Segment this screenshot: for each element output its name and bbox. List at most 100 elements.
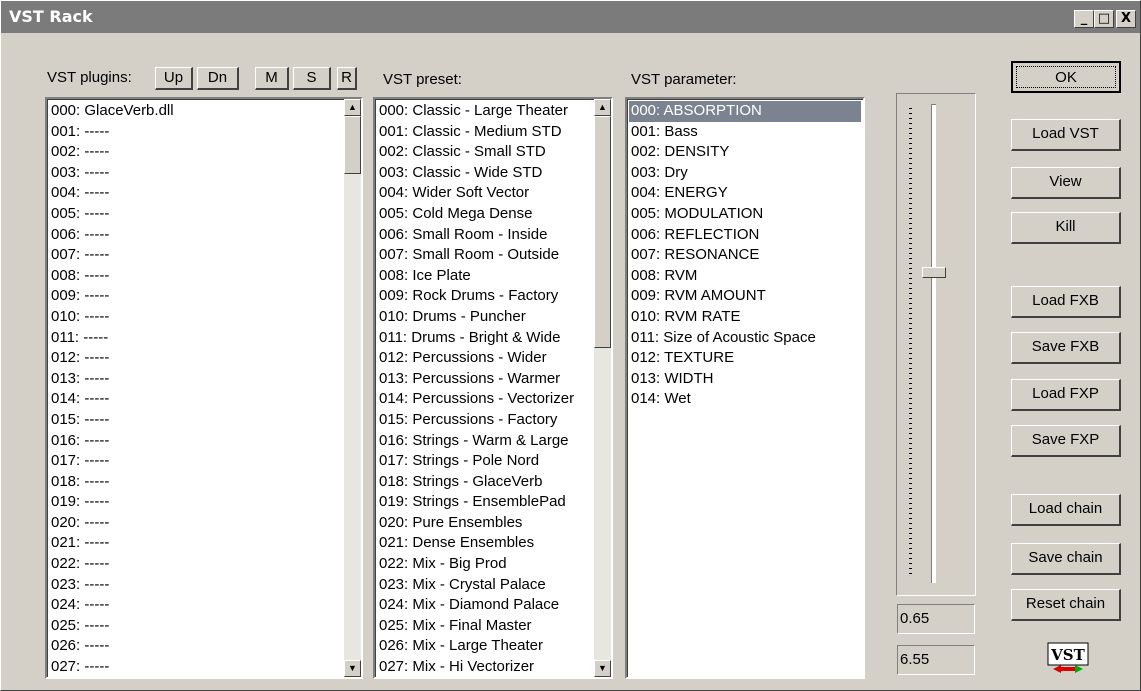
parameters-list[interactable]: 000: ABSORPTION 001: Bass 002: DENSITY 003:… xyxy=(625,97,865,679)
list-item[interactable]: 021: ----- xyxy=(49,533,343,554)
move-up-button[interactable]: Up xyxy=(155,67,193,90)
list-item[interactable]: 008: RVM xyxy=(629,266,861,287)
view-button[interactable]: View xyxy=(1011,167,1121,199)
list-item[interactable]: 006: ----- xyxy=(49,225,343,246)
list-item[interactable]: 013: WIDTH xyxy=(629,369,861,390)
list-item[interactable]: 026: ----- xyxy=(49,636,343,657)
list-item[interactable]: 010: Drums - Puncher xyxy=(377,307,593,328)
plugins-scrollbar[interactable]: ▲ ▼ xyxy=(344,99,361,677)
list-item[interactable]: 017: ----- xyxy=(49,451,343,472)
list-item[interactable]: 024: Mix - Diamond Palace xyxy=(377,595,593,616)
list-item[interactable]: 016: Strings - Warm & Large xyxy=(377,431,593,452)
list-item[interactable]: 025: Mix - Final Master xyxy=(377,616,593,637)
list-item[interactable]: 019: ----- xyxy=(49,492,343,513)
list-item[interactable]: 022: ----- xyxy=(49,554,343,575)
list-item[interactable]: 027: ----- xyxy=(49,657,343,677)
list-item[interactable]: 020: ----- xyxy=(49,513,343,534)
save-fxp-button[interactable]: Save FXP xyxy=(1011,425,1121,457)
list-item[interactable]: 013: ----- xyxy=(49,369,343,390)
mute-button[interactable]: M xyxy=(255,67,289,90)
list-item[interactable]: 014: ----- xyxy=(49,389,343,410)
ok-button[interactable]: OK xyxy=(1011,61,1121,93)
list-item[interactable]: 001: Bass xyxy=(629,122,861,143)
load-fxb-button[interactable]: Load FXB xyxy=(1011,286,1121,318)
list-item[interactable]: 007: RESONANCE xyxy=(629,245,861,266)
list-item[interactable]: 013: Percussions - Warmer xyxy=(377,369,593,390)
reset-chain-button[interactable]: Reset chain xyxy=(1011,589,1121,621)
load-vst-button[interactable]: Load VST xyxy=(1011,119,1121,151)
close-button[interactable]: X xyxy=(1116,10,1136,28)
list-item[interactable]: 011: Drums - Bright & Wide xyxy=(377,328,593,349)
list-item[interactable]: 015: ----- xyxy=(49,410,343,431)
list-item[interactable]: 005: MODULATION xyxy=(629,204,861,225)
list-item[interactable]: 008: ----- xyxy=(49,266,343,287)
list-item[interactable]: 003: ----- xyxy=(49,163,343,184)
list-item[interactable]: 010: ----- xyxy=(49,307,343,328)
list-item[interactable]: 002: DENSITY xyxy=(629,142,861,163)
list-item[interactable]: 003: Dry xyxy=(629,163,861,184)
list-item[interactable]: 018: ----- xyxy=(49,472,343,493)
list-item[interactable]: 007: Small Room - Outside xyxy=(377,245,593,266)
scroll-thumb[interactable] xyxy=(344,116,361,174)
list-item[interactable]: 009: RVM AMOUNT xyxy=(629,286,861,307)
list-item[interactable]: 010: RVM RATE xyxy=(629,307,861,328)
list-item[interactable]: 001: Classic - Medium STD xyxy=(377,122,593,143)
list-item[interactable]: 011: Size of Acoustic Space xyxy=(629,328,861,349)
save-chain-button[interactable]: Save chain xyxy=(1011,543,1121,575)
list-item[interactable]: 000: ABSORPTION xyxy=(629,101,861,122)
list-item[interactable]: 004: ENERGY xyxy=(629,183,861,204)
presets-list[interactable]: 000: Classic - Large Theater 001: Classic… xyxy=(373,97,613,679)
list-item[interactable]: 012: TEXTURE xyxy=(629,348,861,369)
solo-button[interactable]: S xyxy=(293,67,331,90)
presets-scrollbar[interactable]: ▲ ▼ xyxy=(594,99,611,677)
list-item[interactable]: 027: Mix - Hi Vectorizer xyxy=(377,657,593,677)
move-down-button[interactable]: Dn xyxy=(197,67,239,90)
slider-thumb[interactable] xyxy=(922,267,946,279)
remove-button[interactable]: R xyxy=(337,67,357,90)
list-item[interactable]: 025: ----- xyxy=(49,616,343,637)
list-item[interactable]: 014: Percussions - Vectorizer xyxy=(377,389,593,410)
title-bar[interactable]: VST Rack _ □ X xyxy=(1,1,1140,33)
list-item[interactable]: 006: REFLECTION xyxy=(629,225,861,246)
list-item[interactable]: 012: Percussions - Wider xyxy=(377,348,593,369)
list-item[interactable]: 018: Strings - GlaceVerb xyxy=(377,472,593,493)
list-item[interactable]: 026: Mix - Large Theater xyxy=(377,636,593,657)
list-item[interactable]: 009: ----- xyxy=(49,286,343,307)
list-item[interactable]: 001: ----- xyxy=(49,122,343,143)
list-item[interactable]: 005: Cold Mega Dense xyxy=(377,204,593,225)
list-item[interactable]: 000: Classic - Large Theater xyxy=(377,101,593,122)
list-item[interactable]: 024: ----- xyxy=(49,595,343,616)
minimize-button[interactable]: _ xyxy=(1074,10,1094,28)
list-item[interactable]: 011: ----- xyxy=(49,328,343,349)
kill-button[interactable]: Kill xyxy=(1011,212,1121,244)
plugins-list[interactable]: 000: GlaceVerb.dll 001: ----- 002: ----- 00… xyxy=(45,97,363,679)
list-item[interactable]: 000: GlaceVerb.dll xyxy=(49,101,343,122)
list-item[interactable]: 023: ----- xyxy=(49,575,343,596)
maximize-button[interactable]: □ xyxy=(1094,10,1114,28)
list-item[interactable]: 012: ----- xyxy=(49,348,343,369)
list-item[interactable]: 016: ----- xyxy=(49,431,343,452)
scroll-thumb[interactable] xyxy=(594,116,611,348)
list-item[interactable]: 002: ----- xyxy=(49,142,343,163)
list-item[interactable]: 002: Classic - Small STD xyxy=(377,142,593,163)
list-item[interactable]: 022: Mix - Big Prod xyxy=(377,554,593,575)
list-item[interactable]: 017: Strings - Pole Nord xyxy=(377,451,593,472)
list-item[interactable]: 006: Small Room - Inside xyxy=(377,225,593,246)
scroll-up-icon[interactable]: ▲ xyxy=(344,99,361,116)
save-fxb-button[interactable]: Save FXB xyxy=(1011,332,1121,364)
list-item[interactable]: 009: Rock Drums - Factory xyxy=(377,286,593,307)
load-chain-button[interactable]: Load chain xyxy=(1011,494,1121,526)
list-item[interactable]: 004: ----- xyxy=(49,183,343,204)
list-item[interactable]: 005: ----- xyxy=(49,204,343,225)
list-item[interactable]: 015: Percussions - Factory xyxy=(377,410,593,431)
list-item[interactable]: 008: Ice Plate xyxy=(377,266,593,287)
parameter-slider[interactable] xyxy=(896,93,976,596)
list-item[interactable]: 004: Wider Soft Vector xyxy=(377,183,593,204)
load-fxp-button[interactable]: Load FXP xyxy=(1011,379,1121,411)
list-item[interactable]: 007: ----- xyxy=(49,245,343,266)
list-item[interactable]: 021: Dense Ensembles xyxy=(377,533,593,554)
scroll-up-icon[interactable]: ▲ xyxy=(594,99,611,116)
scroll-down-icon[interactable]: ▼ xyxy=(594,660,611,677)
scroll-down-icon[interactable]: ▼ xyxy=(344,660,361,677)
list-item[interactable]: 023: Mix - Crystal Palace xyxy=(377,575,593,596)
